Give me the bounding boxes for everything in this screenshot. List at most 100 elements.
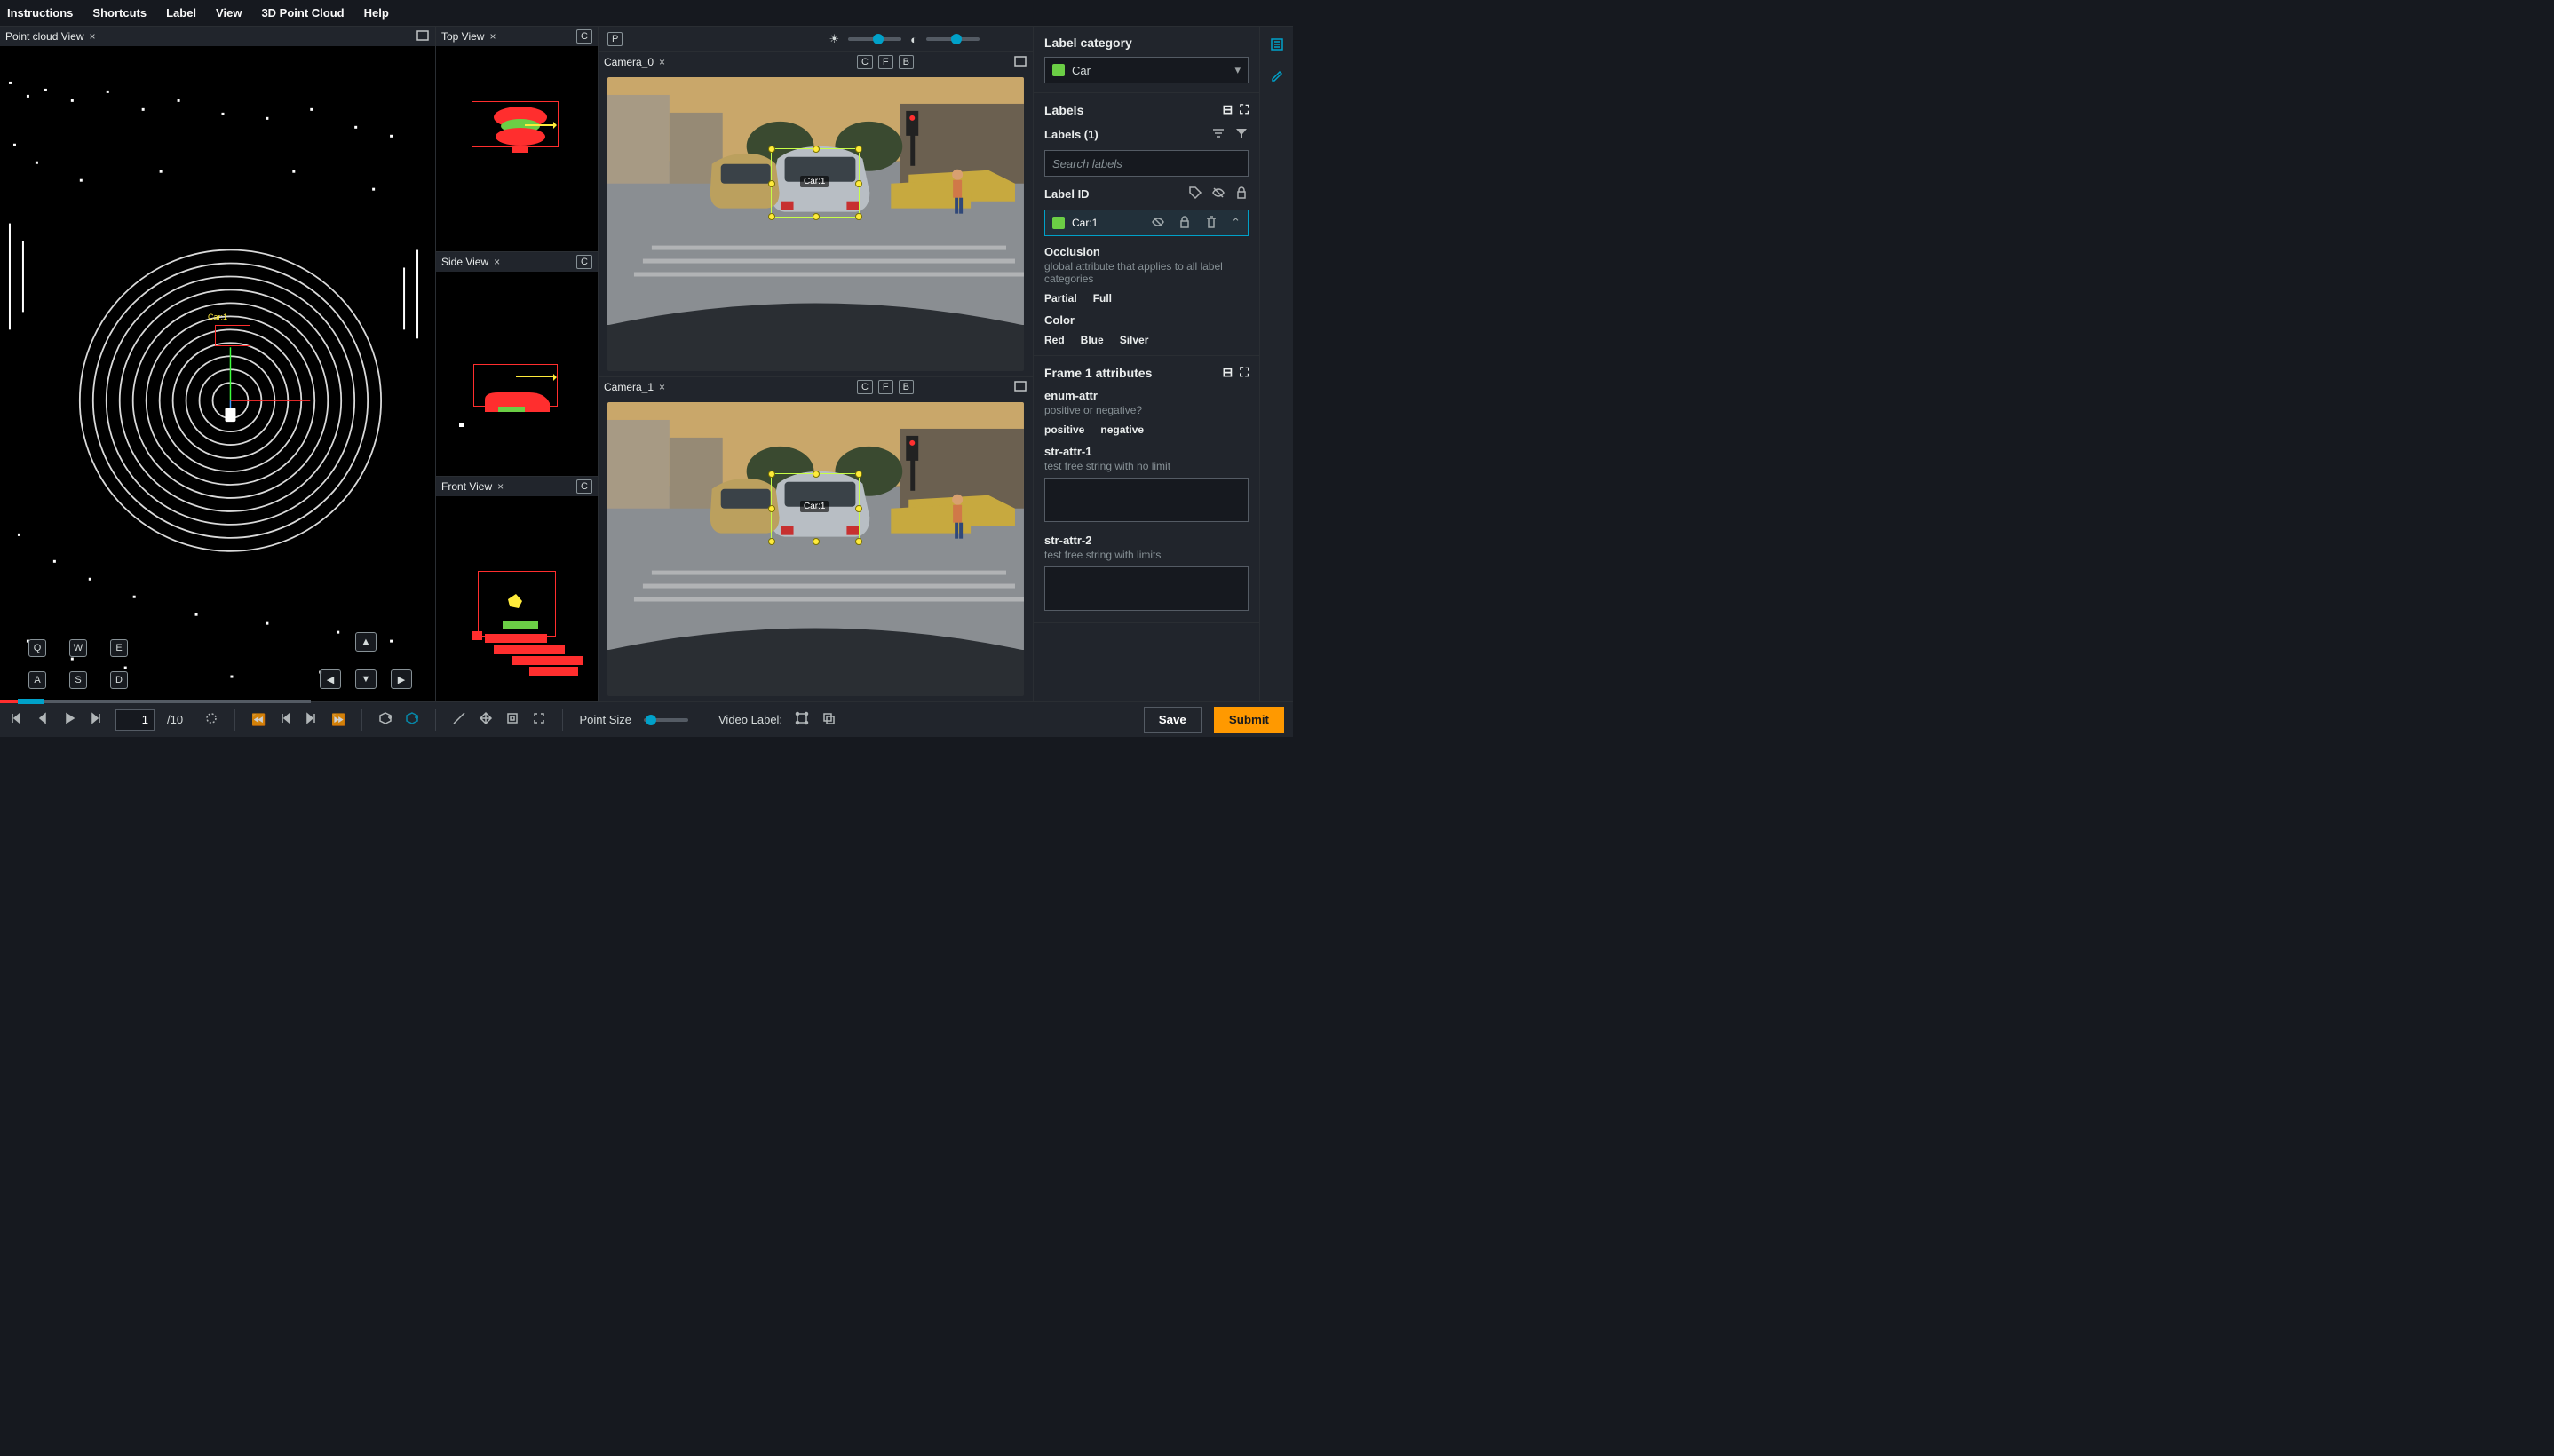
key-a[interactable]: A [28,671,46,689]
camera-1-key-b[interactable]: B [899,380,914,394]
str-attr-2-input[interactable] [1044,566,1249,611]
rewind-icon[interactable]: ⏪ [251,713,266,727]
submit-button[interactable]: Submit [1214,707,1284,733]
selection-bbox[interactable] [215,325,250,346]
expand-icon[interactable]: ⛶ [1240,102,1249,117]
sort-icon[interactable] [1211,126,1225,143]
lock-icon[interactable] [1178,215,1192,232]
step-back-icon[interactable] [278,711,292,728]
move-icon[interactable] [479,711,493,728]
camera-panel-group: P ☀ ◐ Camera_0 × C F B [599,27,1034,701]
str-attr-2-title: str-attr-2 [1044,534,1249,547]
expand-icon[interactable]: ⛶ [1240,365,1249,380]
video-label-copy-icon[interactable] [821,711,836,728]
occlusion-title: Occlusion [1044,245,1249,258]
occlusion-option-partial[interactable]: Partial [1044,292,1077,305]
projection-key[interactable]: P [607,32,623,46]
close-icon[interactable]: × [659,56,665,68]
menu-shortcuts[interactable]: Shortcuts [92,6,147,20]
color-option-red[interactable]: Red [1044,334,1065,346]
add-cube-icon[interactable] [378,711,393,728]
list-panel-icon[interactable] [1268,36,1286,53]
maximize-icon[interactable] [1013,379,1027,396]
menu-label[interactable]: Label [166,6,196,20]
tag-icon[interactable] [1188,186,1202,202]
contrast-icon: ◐ [910,33,917,46]
front-view-key[interactable]: C [576,479,592,494]
edit-panel-icon[interactable] [1268,66,1286,83]
visibility-icon[interactable] [1211,186,1225,202]
close-icon[interactable]: × [497,480,504,493]
camera-0-bbox[interactable]: Car:1 [771,148,860,218]
side-view-canvas[interactable] [436,272,598,477]
save-button[interactable]: Save [1144,707,1202,733]
fit-icon[interactable] [505,711,520,728]
fullscreen-icon[interactable] [532,711,546,728]
key-s[interactable]: S [69,671,87,689]
search-labels-input[interactable]: Search labels [1044,150,1249,177]
nav-left-button[interactable]: ◀ [320,669,341,689]
close-icon[interactable]: × [494,256,500,268]
timeline-seekbar[interactable] [0,700,311,703]
lock-icon[interactable] [1234,186,1249,202]
skip-first-icon[interactable] [9,711,23,728]
camera-0-canvas[interactable]: Car:1 [607,77,1024,371]
loop-icon[interactable] [204,711,218,728]
label-category-select[interactable]: Car ▾ [1044,57,1249,83]
str-attr-1-input[interactable] [1044,478,1249,522]
video-label-box-icon[interactable] [795,711,809,728]
step-forward-icon[interactable] [305,711,319,728]
camera-0-bbox-label: Car:1 [800,176,829,187]
key-q[interactable]: Q [28,639,46,657]
maximize-icon[interactable] [1013,54,1027,71]
key-w[interactable]: W [69,639,87,657]
fast-forward-icon[interactable]: ⏩ [331,713,345,727]
top-view-key[interactable]: C [576,29,592,44]
label-item-car-1[interactable]: Car:1 ⌃ [1044,210,1249,236]
ruler-icon[interactable] [452,711,466,728]
camera-1-key-f[interactable]: F [878,380,893,394]
point-cloud-canvas[interactable]: Car:1 Q W E A S D ▲ ◀ ▼ ▶ [0,46,435,701]
enum-attr-negative[interactable]: negative [1100,423,1144,436]
point-size-slider[interactable] [644,718,688,722]
front-view-canvas[interactable] [436,496,598,701]
add-cube-active-icon[interactable] [405,711,419,728]
color-option-blue[interactable]: Blue [1081,334,1104,346]
filter-icon[interactable] [1234,126,1249,143]
nav-down-button[interactable]: ▼ [355,669,377,689]
nav-up-button[interactable]: ▲ [355,632,377,652]
collapse-icon[interactable]: ⊟ [1222,365,1233,380]
nav-right-button[interactable]: ▶ [391,669,412,689]
maximize-icon[interactable] [416,28,430,45]
key-d[interactable]: D [110,671,128,689]
delete-icon[interactable] [1204,215,1218,232]
skip-last-icon[interactable] [89,711,103,728]
play-icon[interactable] [62,711,76,728]
enum-attr-positive[interactable]: positive [1044,423,1084,436]
menu-help[interactable]: Help [364,6,389,20]
collapse-icon[interactable]: ⊟ [1222,102,1233,117]
frame-number-input[interactable] [115,709,155,731]
camera-0-key-b[interactable]: B [899,55,914,69]
camera-1-key-c[interactable]: C [857,380,873,394]
brightness-slider[interactable] [848,37,901,41]
color-option-silver[interactable]: Silver [1120,334,1149,346]
menu-instructions[interactable]: Instructions [7,6,73,20]
close-icon[interactable]: × [489,30,496,43]
menu-view[interactable]: View [216,6,242,20]
top-view-canvas[interactable] [436,46,598,251]
chevron-up-icon[interactable]: ⌃ [1231,216,1241,230]
key-e[interactable]: E [110,639,128,657]
visibility-icon[interactable] [1151,215,1165,232]
menu-3d-point-cloud[interactable]: 3D Point Cloud [261,6,344,20]
camera-0-key-c[interactable]: C [857,55,873,69]
occlusion-option-full[interactable]: Full [1093,292,1112,305]
camera-1-bbox[interactable]: Car:1 [771,473,860,542]
camera-0-key-f[interactable]: F [878,55,893,69]
prev-frame-icon[interactable] [36,711,50,728]
close-icon[interactable]: × [90,30,96,43]
camera-1-canvas[interactable]: Car:1 [607,402,1024,696]
side-view-key[interactable]: C [576,255,592,269]
contrast-slider[interactable] [926,37,980,41]
close-icon[interactable]: × [659,381,665,393]
